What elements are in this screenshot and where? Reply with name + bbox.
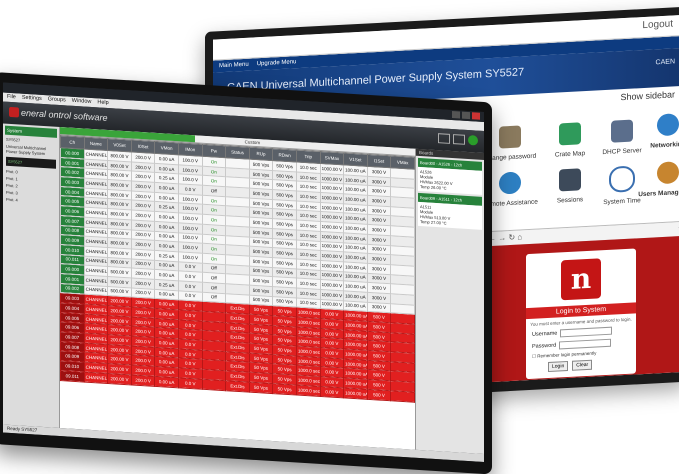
temp-value: 27.00 [430,219,441,226]
maximize-icon[interactable] [462,111,470,120]
cell-v0[interactable]: 200.00 V [107,373,132,385]
home-icon[interactable]: ⌂ [517,232,522,241]
system-desc: Universal Multichannel Power Supply Syst… [6,143,47,157]
cell-svmax[interactable]: 0.00 V [320,386,344,398]
table-label: Custom [244,139,261,146]
boards-panel: Boards Board00 - A1526 - 12ch A1526 Module… [415,148,484,454]
cell-i0[interactable]: 200.0 V [131,374,155,386]
board-cards: Board00 - A1526 - 12ch A1526 Module HVMax 2… [416,157,484,230]
app-label: Users Management [638,188,679,199]
temp-unit: °C [442,185,447,191]
browser-window: ← → ↻ ⌂ ☆ n Login to System You must ent… [483,220,679,394]
board-card[interactable]: Board00 - A1526 - 12ch A1526 Module HVMax 2… [416,157,484,195]
app-label: Networking [650,140,679,150]
board-body: A1526 Module HVMax 2622.00 V Temp 26.00 °C [418,166,482,195]
user-key-icon [499,125,521,149]
login-button[interactable]: Login [548,360,569,373]
hvmax-unit: V [449,180,453,187]
username-label: Username [532,330,558,338]
app-logo: eneral ontrol software [9,106,108,123]
username-row: Username [532,326,630,339]
temp-label: Temp [420,219,430,225]
crate-map-icon [559,122,581,146]
cell-imon[interactable]: 0.0 V [178,377,203,389]
users-management-app[interactable]: Users Management [633,160,679,199]
app-title: eneral ontrol software [21,107,108,123]
hvmax-unit: V [447,215,451,221]
cell-vmon[interactable]: 0.00 uA [154,376,179,388]
clear-button[interactable]: Clear [572,359,593,371]
cell-rup[interactable]: 50 Vps [249,381,273,394]
login-page: n Login to System You must enter a usern… [484,235,679,393]
show-sidebar-toggle[interactable]: Show sidebar [620,89,675,102]
minimize-icon[interactable] [452,111,460,119]
system-ip: SY5527 [6,156,56,169]
remote-assistance-icon [499,171,521,195]
system-header[interactable]: System [5,125,57,138]
users-icon [657,161,679,185]
window-list-icon[interactable] [453,134,465,145]
logout-link[interactable]: Logout [642,18,673,31]
board-card[interactable]: Board09 - A1511 - 12ch A1511 Module HVMax 5… [416,192,484,230]
cell-i1[interactable]: 500 V [367,389,391,401]
app-label: System Time [603,197,641,207]
remember-label: Remember login permanently [537,350,597,359]
window-controls [452,111,480,120]
password-field[interactable] [559,338,612,350]
clock-icon [609,165,635,193]
cell-pw[interactable] [202,379,226,391]
caen-logo-icon [9,106,19,118]
board-body: A1511 Module HVMax 513.00 V Temp 27.00 °C [418,201,482,230]
prot-4: Prot. 4 [6,196,18,203]
cell-status[interactable]: Ext.Dis [225,380,250,392]
system-panel: System SY5527 Universal Multichannel Pow… [3,123,60,429]
connection-led-icon [468,134,478,146]
username-field[interactable] [560,326,613,338]
dhcp-server-icon [611,119,633,143]
cell-v1[interactable]: 1000.00 uA [343,387,368,399]
close-icon[interactable] [472,112,480,120]
remember-row[interactable]: ☐ Remember login permanently [532,349,630,360]
cell-name[interactable]: CHANNEL11 [84,371,108,383]
header-tools [438,133,478,146]
temp-value: 26.00 [430,184,441,191]
window-tile-icon[interactable] [438,133,450,144]
login-buttons: Login Clear [548,359,614,373]
networking-app[interactable]: Networking [633,112,679,151]
password-label: Password [532,342,557,350]
table-body: 00.000 CHANNEL00 800.00 V 200.0 V 0.00 uA 100… [60,147,415,402]
brand-label: CAEN [655,58,675,67]
channel-table-area: Custom Ch Name V0Set I0Set VMon IMon Pw Status R… [60,127,415,450]
channel-table: Ch Name V0Set I0Set VMon IMon Pw Status RUp RDwn T… [60,135,415,402]
temp-label: Temp [420,184,430,190]
temp-unit: °C [442,220,447,226]
sessions-icon [559,168,581,192]
cell-vmax[interactable] [390,390,415,402]
forward-arrow-icon[interactable]: → [498,233,506,242]
caen-logo: n [561,258,601,301]
cell-rdwn[interactable]: 50 Vps [272,383,297,395]
networking-icon [657,113,679,137]
desktop-app-screen: File Settings Groups Window Help eneral … [3,82,484,462]
cell-trip[interactable]: 1000.0 sec [296,384,321,396]
cell-ch[interactable]: 09.011 [60,370,85,382]
front-monitor: File Settings Groups Window Help eneral … [0,72,492,474]
reload-icon[interactable]: ↻ [508,233,515,242]
login-card: n Login to System You must enter a usern… [526,248,636,380]
